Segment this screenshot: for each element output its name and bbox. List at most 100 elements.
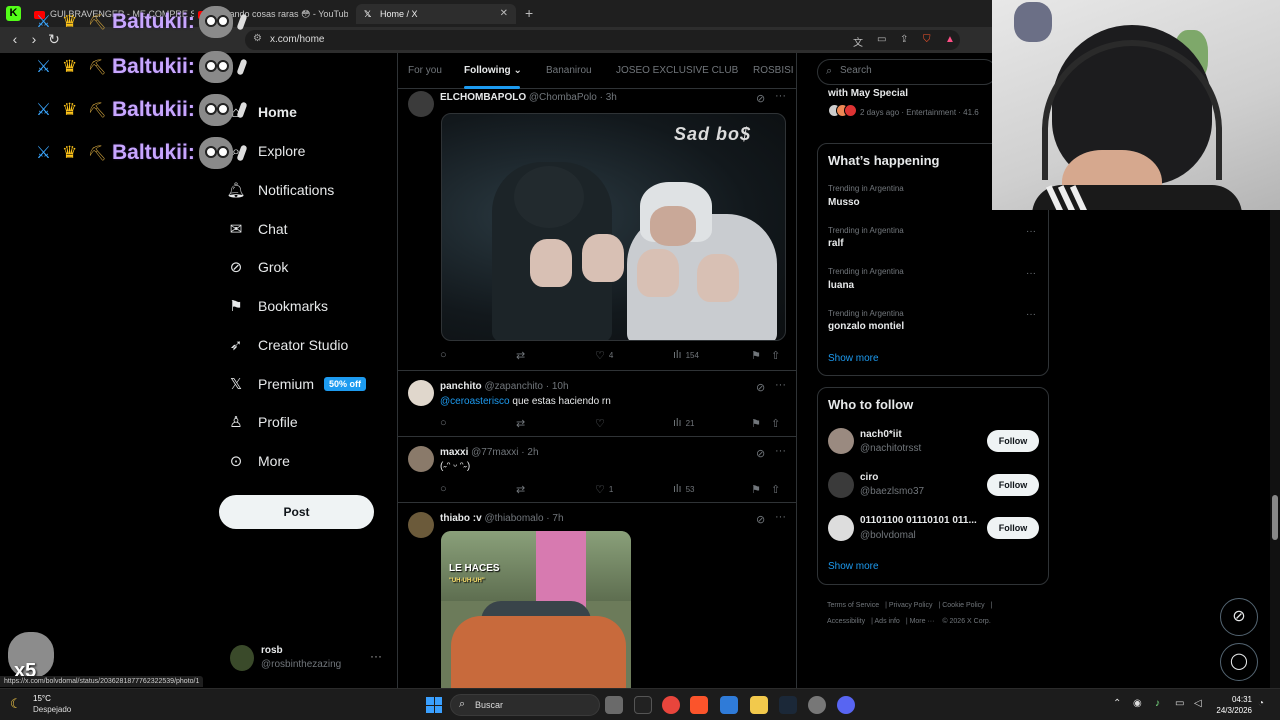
- tweet-handle[interactable]: @zapanchito: [484, 381, 543, 392]
- news-item[interactable]: with May Special 2 days ago · Entertainm…: [828, 88, 998, 124]
- post-button[interactable]: Post: [219, 495, 374, 529]
- nav-grok[interactable]: ⊘ Grok: [226, 253, 289, 281]
- tweet-handle[interactable]: @ChombaPolo: [529, 92, 597, 103]
- tweet-handle[interactable]: @77maxxi: [471, 447, 518, 458]
- reply-button[interactable]: ○: [440, 349, 451, 361]
- tweet-time[interactable]: 3h: [606, 92, 617, 103]
- taskbar-search[interactable]: ⌕ Buscar: [450, 694, 600, 716]
- nav-premium[interactable]: 𝕏 Premium 50% off: [226, 370, 367, 398]
- task-view-icon[interactable]: [605, 696, 623, 714]
- mic-icon[interactable]: ♪: [1155, 698, 1160, 709]
- nav-creator-studio[interactable]: ➶ Creator Studio: [226, 331, 349, 359]
- avatar[interactable]: [408, 380, 434, 406]
- follow-button[interactable]: Follow: [987, 474, 1039, 496]
- address-bar[interactable]: ⚙ x.com/home 文 ▭ ⇪ ⛉ ▲: [245, 30, 960, 50]
- grok-icon[interactable]: ⊘: [756, 513, 765, 526]
- tweet-time[interactable]: 10h: [552, 381, 569, 392]
- avatar[interactable]: [828, 428, 854, 454]
- share-icon[interactable]: ⇪: [900, 34, 908, 45]
- tweet-time[interactable]: 7h: [552, 513, 563, 524]
- store-icon[interactable]: [720, 696, 738, 714]
- grok-icon[interactable]: ⊘: [756, 381, 765, 394]
- avatar[interactable]: [408, 512, 434, 538]
- discord-icon[interactable]: [837, 696, 855, 714]
- like-button[interactable]: ♡ 1: [595, 483, 613, 496]
- tweet-handle[interactable]: @thiabomalo: [484, 513, 543, 524]
- windows-start-icon[interactable]: [426, 697, 442, 713]
- site-settings-icon[interactable]: ⚙: [253, 33, 262, 44]
- more-icon[interactable]: ···: [775, 90, 786, 102]
- share-button[interactable]: ⇧: [771, 349, 780, 362]
- tweet-author-name[interactable]: ELCHOMBAPOLO: [440, 92, 526, 103]
- footer-link[interactable]: Privacy Policy: [889, 602, 933, 609]
- new-tab-icon[interactable]: +: [525, 5, 533, 21]
- retweet-button[interactable]: ⇄: [516, 483, 529, 496]
- tweet-author-name[interactable]: maxxi: [440, 447, 468, 458]
- chrome-icon[interactable]: [662, 696, 680, 714]
- show-more-link[interactable]: Show more: [828, 561, 879, 572]
- account-switcher[interactable]: rosb @rosbinthezazing ···: [230, 643, 390, 675]
- follow-button[interactable]: Follow: [987, 430, 1039, 452]
- nav-chat[interactable]: ✉ Chat: [226, 215, 288, 243]
- more-icon[interactable]: ···: [775, 379, 786, 391]
- browser-tab-active[interactable]: 𝕏 Home / X ✕: [356, 4, 516, 24]
- brave-shield-icon[interactable]: ⛉: [923, 34, 931, 45]
- bookmark-button[interactable]: ⚑: [751, 483, 761, 496]
- grok-icon[interactable]: ⊘: [756, 447, 765, 460]
- obs-icon[interactable]: [808, 696, 826, 714]
- show-more-link[interactable]: Show more: [828, 353, 879, 364]
- tab-rosbisi[interactable]: ROSBISI: [753, 65, 794, 76]
- nav-profile[interactable]: ♙ Profile: [226, 408, 297, 436]
- more-icon[interactable]: ···: [370, 649, 382, 663]
- tab-joseo-exclusive-club[interactable]: JOSEO EXCLUSIVE CLUB: [616, 65, 738, 76]
- bookmark-button[interactable]: ⚑: [751, 417, 761, 430]
- share-button[interactable]: ⇧: [771, 483, 780, 496]
- tab-bananirou[interactable]: Bananirou: [546, 65, 592, 76]
- url-text[interactable]: x.com/home: [270, 34, 324, 45]
- tweet[interactable]: thiabo :v @thiabomalo · 7h ⊘ ··· LE HACE…: [398, 503, 796, 688]
- tweet[interactable]: ELCHOMBAPOLO @ChombaPolo · 3h ⊘ ··· Sad …: [398, 89, 796, 371]
- footer-link[interactable]: More ···: [910, 618, 935, 625]
- like-button[interactable]: ♡ 4: [595, 349, 613, 362]
- discord-tray-icon[interactable]: ◉: [1133, 698, 1142, 709]
- footer-link[interactable]: Ads info: [875, 618, 900, 625]
- avatar[interactable]: [408, 446, 434, 472]
- like-button[interactable]: ♡: [595, 417, 609, 430]
- close-tab-icon[interactable]: ✕: [500, 4, 508, 24]
- retweet-button[interactable]: ⇄: [516, 417, 529, 430]
- translate-icon[interactable]: 文: [853, 34, 863, 49]
- reply-button[interactable]: ○: [440, 417, 451, 429]
- messages-floating-button[interactable]: ◯: [1220, 643, 1258, 681]
- kick-app-icon[interactable]: K: [6, 6, 21, 21]
- tweet[interactable]: panchito @zapanchito · 10h ⊘ ··· @ceroas…: [398, 371, 796, 437]
- search-input[interactable]: [840, 65, 990, 76]
- footer-link[interactable]: Accessibility: [827, 618, 865, 625]
- more-icon[interactable]: ···: [775, 445, 786, 457]
- avatar[interactable]: [828, 515, 854, 541]
- grok-icon[interactable]: ⊘: [756, 92, 765, 105]
- chevron-up-icon[interactable]: ⌃: [1113, 698, 1121, 709]
- retweet-button[interactable]: ⇄: [516, 349, 529, 362]
- nav-notifications[interactable]: 🔔︎ Notifications: [226, 176, 334, 204]
- more-icon[interactable]: ···: [1026, 226, 1036, 237]
- follow-button[interactable]: Follow: [987, 517, 1039, 539]
- avatar[interactable]: [828, 472, 854, 498]
- footer-link[interactable]: Terms of Service: [827, 602, 879, 609]
- brave-icon[interactable]: [690, 696, 708, 714]
- views-button[interactable]: ılı 21: [673, 417, 694, 429]
- nav-bookmarks[interactable]: ⚑ Bookmarks: [226, 292, 328, 320]
- avatar[interactable]: [408, 91, 434, 117]
- taskbar-clock[interactable]: 04:31 24/3/2026: [1212, 694, 1252, 716]
- tweet-time[interactable]: 2h: [527, 447, 538, 458]
- steam-icon[interactable]: [779, 696, 797, 714]
- views-button[interactable]: ılı 154: [673, 349, 699, 361]
- mention-link[interactable]: @ceroasterisco: [440, 396, 510, 407]
- grok-floating-button[interactable]: ⊘: [1220, 598, 1258, 636]
- brave-rewards-icon[interactable]: ▲: [945, 34, 955, 45]
- more-icon[interactable]: ···: [1026, 268, 1036, 279]
- reply-button[interactable]: ○: [440, 483, 451, 495]
- tweet[interactable]: maxxi @77maxxi · 2h ⊘ ··· (˶ᵔ ᵕ ᵔ˶) ○ ⇄ …: [398, 437, 796, 503]
- cast-icon[interactable]: ▭: [877, 34, 886, 45]
- tweet-author-name[interactable]: panchito: [440, 381, 482, 392]
- tweet-media-image[interactable]: Sad bo$: [441, 113, 786, 341]
